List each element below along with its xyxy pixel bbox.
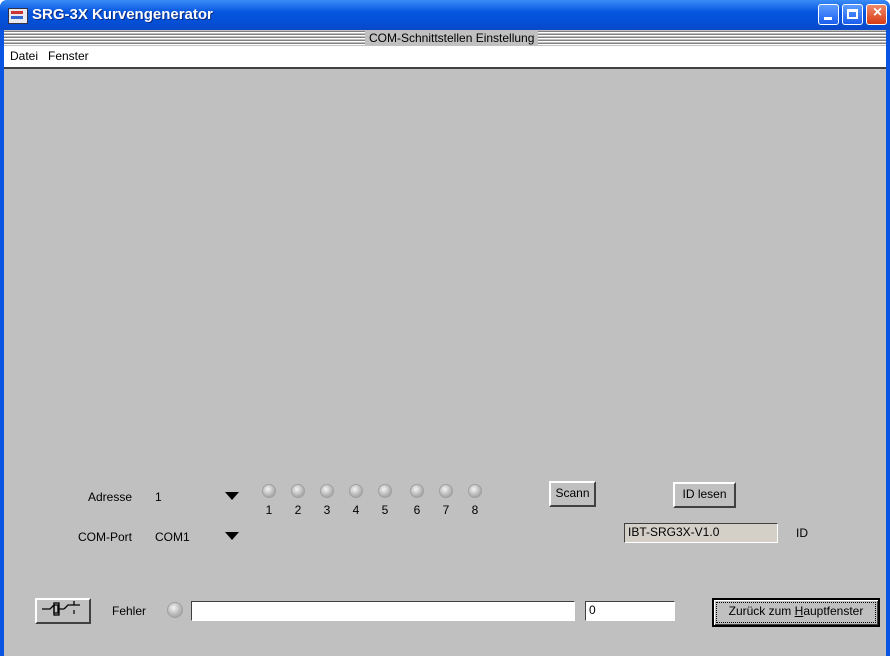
menu-bar: Datei Fenster xyxy=(4,46,886,69)
led-label-1: 1 xyxy=(265,503,273,517)
dropdown-arrow-icon[interactable] xyxy=(225,492,239,500)
window-title: SRG-3X Kurvengenerator xyxy=(32,6,213,23)
title-bar[interactable]: SRG-3X Kurvengenerator × xyxy=(0,0,890,30)
address-led-1 xyxy=(262,484,276,498)
close-button[interactable]: × xyxy=(866,4,887,25)
led-label-3: 3 xyxy=(323,503,331,517)
back-button-label-post: auptfenster xyxy=(803,604,864,618)
connection-toggle-button[interactable] xyxy=(35,598,91,624)
error-led xyxy=(167,602,183,618)
mdi-child-title: COM-Schnittstellen Einstellung xyxy=(365,31,539,45)
minimize-icon xyxy=(824,17,832,20)
id-label: ID xyxy=(796,526,808,540)
address-led-6 xyxy=(410,484,424,498)
led-label-7: 7 xyxy=(442,503,450,517)
client-area: COM-Schnittstellen Einstellung Datei Fen… xyxy=(4,30,886,656)
scan-button[interactable]: Scann xyxy=(549,481,596,507)
led-label-2: 2 xyxy=(294,503,302,517)
back-button-label-pre: Zurück zum xyxy=(728,604,795,618)
address-led-8 xyxy=(468,484,482,498)
led-label-6: 6 xyxy=(413,503,421,517)
comport-label: COM-Port xyxy=(78,530,132,544)
address-led-2 xyxy=(291,484,305,498)
address-led-5 xyxy=(378,484,392,498)
application-window: SRG-3X Kurvengenerator × COM-Schnittstel… xyxy=(0,0,890,656)
close-icon: × xyxy=(872,4,883,21)
read-id-button[interactable]: ID lesen xyxy=(673,482,736,508)
error-message-field xyxy=(191,601,575,621)
address-led-7 xyxy=(439,484,453,498)
back-button-hotkey: H xyxy=(794,604,804,618)
menu-datei[interactable]: Datei xyxy=(10,49,38,63)
dropdown-arrow-icon[interactable] xyxy=(225,532,239,540)
address-label: Adresse xyxy=(88,490,133,504)
comport-select-value: COM1 xyxy=(155,530,190,544)
mdi-child-caption[interactable]: COM-Schnittstellen Einstellung xyxy=(4,30,886,46)
id-field: IBT-SRG3X-V1.0 xyxy=(624,523,778,543)
led-label-8: 8 xyxy=(471,503,479,517)
com-settings-panel: Adresse 1 1 2 3 4 5 6 7 8 Scann ID lesen… xyxy=(4,69,886,656)
error-label: Fehler xyxy=(112,604,147,618)
maximize-button[interactable] xyxy=(842,4,863,25)
connector-icon xyxy=(42,601,80,616)
app-icon[interactable] xyxy=(8,8,28,24)
address-led-3 xyxy=(320,484,334,498)
minimize-button[interactable] xyxy=(818,4,839,25)
address-select-value: 1 xyxy=(155,490,162,504)
back-to-main-button[interactable]: Zurück zum Hauptfenster xyxy=(712,598,880,627)
led-label-4: 4 xyxy=(352,503,360,517)
error-count-field: 0 xyxy=(585,601,675,621)
led-label-5: 5 xyxy=(381,503,389,517)
address-select[interactable]: 1 xyxy=(151,488,241,506)
maximize-icon xyxy=(847,9,858,19)
menu-fenster[interactable]: Fenster xyxy=(48,49,89,63)
address-led-4 xyxy=(349,484,363,498)
comport-select[interactable]: COM1 xyxy=(151,528,241,546)
